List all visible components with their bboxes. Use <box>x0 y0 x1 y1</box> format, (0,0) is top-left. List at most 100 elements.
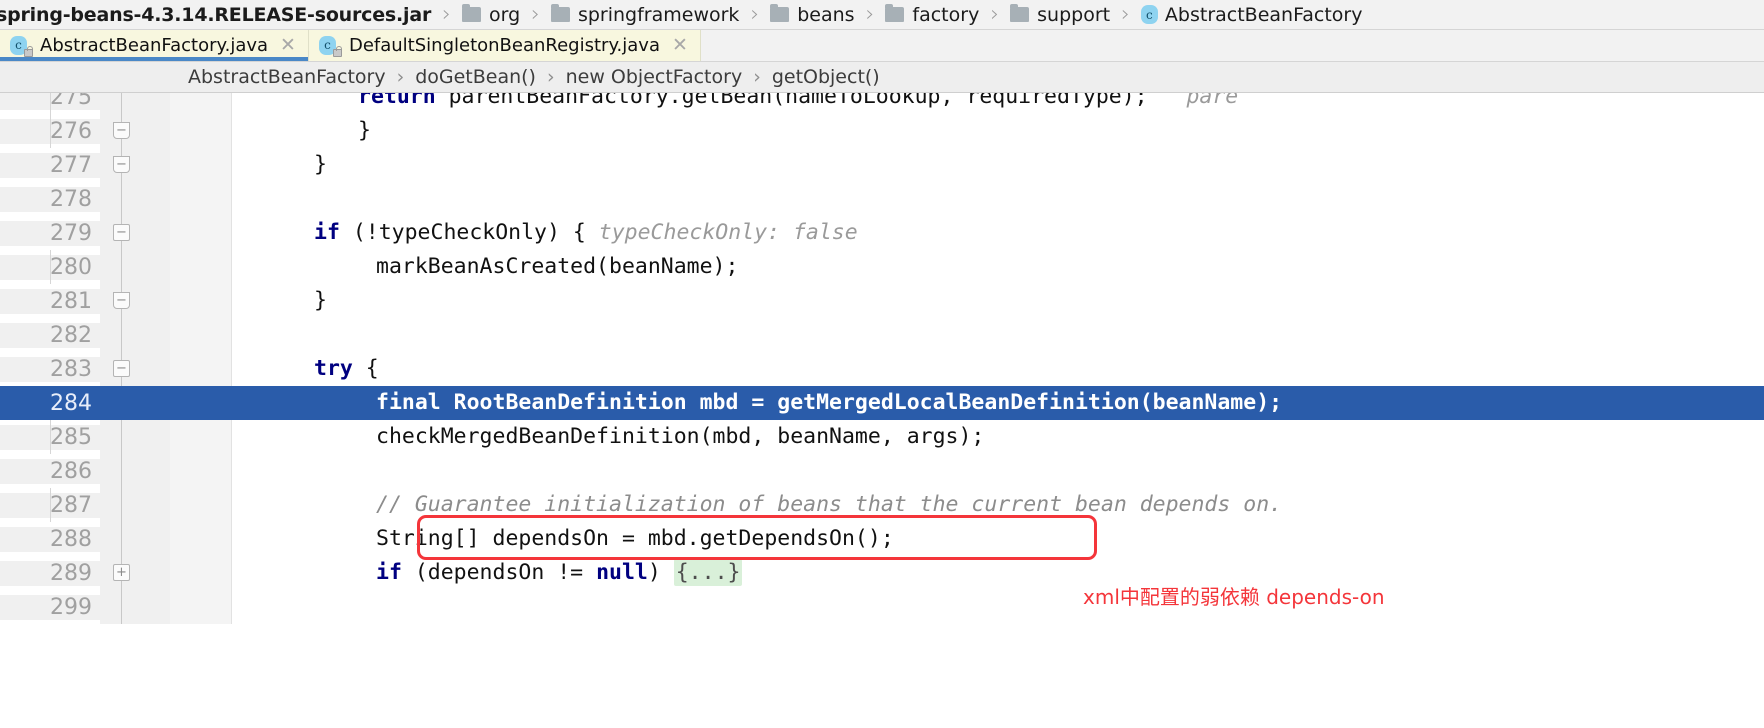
code-line-283[interactable]: 283 − try { <box>0 352 1764 386</box>
breadcrumb-item-org[interactable]: org <box>460 0 522 29</box>
folder-icon <box>550 4 570 22</box>
annotation-gutter[interactable] <box>170 386 232 420</box>
collapsed-block[interactable]: {...} <box>673 559 743 586</box>
vcs-gutter <box>232 488 296 522</box>
fold-gutter[interactable] <box>100 522 170 556</box>
fold-gutter[interactable]: − <box>100 148 170 182</box>
annotation-gutter[interactable] <box>170 522 232 556</box>
nav-item-dogetbean[interactable]: doGetBean() <box>415 66 536 88</box>
fold-end-icon[interactable]: − <box>113 122 130 139</box>
annotation-gutter[interactable] <box>170 420 232 454</box>
fold-end-icon[interactable]: − <box>113 292 130 309</box>
annotation-gutter[interactable] <box>170 114 232 148</box>
fold-expand-icon[interactable]: + <box>113 564 130 581</box>
folder-icon <box>885 4 905 22</box>
code-body: (!typeCheckOnly) { <box>339 220 599 245</box>
tab-label: DefaultSingletonBeanRegistry.java <box>348 35 660 56</box>
code-line-281[interactable]: 281 − } <box>0 284 1764 318</box>
breadcrumb-item-abstractbeanfactory[interactable]: c AbstractBeanFactory <box>1139 0 1365 29</box>
breadcrumb-item-springframework[interactable]: springframework <box>549 0 741 29</box>
annotation-gutter[interactable] <box>170 454 232 488</box>
fold-gutter[interactable]: − <box>100 352 170 386</box>
breadcrumb-jar[interactable]: spring-beans-4.3.14.RELEASE-sources.jar <box>0 0 433 29</box>
fold-gutter[interactable] <box>100 590 170 624</box>
code-line-286[interactable]: 286 <box>0 454 1764 488</box>
fold-gutter[interactable]: + <box>100 556 170 590</box>
annotation-gutter[interactable] <box>170 590 232 624</box>
close-icon[interactable]: ✕ <box>280 36 296 55</box>
annotation-gutter[interactable] <box>170 318 232 352</box>
annotation-gutter[interactable] <box>170 556 232 590</box>
breadcrumb-item-beans[interactable]: beans <box>768 0 856 29</box>
line-number: 299 <box>0 594 100 620</box>
code-text: if (dependsOn != null) {...} <box>296 556 1764 590</box>
code-line-278[interactable]: 278 <box>0 182 1764 216</box>
code-line-279[interactable]: 279 − if (!typeCheckOnly) { typeCheckOnl… <box>0 216 1764 250</box>
breadcrumb-separator: › <box>865 2 875 27</box>
breadcrumb-label: AbstractBeanFactory <box>1164 3 1363 26</box>
fold-gutter[interactable] <box>100 182 170 216</box>
code-text: if (!typeCheckOnly) { typeCheckOnly: fal… <box>296 216 1764 250</box>
annotation-gutter[interactable] <box>170 93 232 114</box>
code-line-277[interactable]: 277 − } <box>0 148 1764 182</box>
keyword: try <box>314 356 353 381</box>
keyword: if <box>376 560 402 585</box>
nav-item-getobject[interactable]: getObject() <box>772 66 880 88</box>
annotation-gutter[interactable] <box>170 182 232 216</box>
vcs-gutter <box>232 352 296 386</box>
breadcrumb-label: support <box>1037 3 1111 26</box>
code-text: checkMergedBeanDefinition(mbd, beanName,… <box>50 420 1764 454</box>
line-number: 277 <box>0 152 100 178</box>
fold-gutter[interactable] <box>100 454 170 488</box>
code-editor[interactable]: 275 return parentBeanFactory.getBean(nam… <box>0 93 1764 727</box>
line-number: 278 <box>0 186 100 212</box>
java-class-icon: c <box>318 35 342 57</box>
breadcrumb-label: springframework <box>577 3 740 26</box>
fold-gutter[interactable]: − <box>100 216 170 250</box>
breadcrumb-item-factory[interactable]: factory <box>883 0 981 29</box>
nav-item-abstractbeanfactory[interactable]: AbstractBeanFactory <box>188 66 386 88</box>
fold-gutter[interactable] <box>100 420 170 454</box>
fold-gutter[interactable] <box>100 318 170 352</box>
gutter-divider <box>121 318 122 352</box>
breadcrumb-item-support[interactable]: support <box>1008 0 1112 29</box>
tab-defaultsingletonbeanregistry-java[interactable]: c DefaultSingletonBeanRegistry.java ✕ <box>308 30 701 61</box>
fold-gutter[interactable] <box>100 488 170 522</box>
annotation-gutter[interactable] <box>170 216 232 250</box>
fold-gutter[interactable]: − <box>100 114 170 148</box>
line-number: 288 <box>0 526 100 552</box>
code-body: String[] dependsOn = mbd.getDependsOn(); <box>376 526 894 551</box>
code-line-285[interactable]: 285 checkMergedBeanDefinition(mbd, beanN… <box>0 420 1764 454</box>
code-line-280[interactable]: 280 markBeanAsCreated(beanName); <box>0 250 1764 284</box>
code-line-299[interactable]: 299 <box>0 590 1764 624</box>
annotation-gutter[interactable] <box>170 148 232 182</box>
fold-gutter[interactable]: − <box>100 284 170 318</box>
fold-gutter[interactable] <box>100 250 170 284</box>
gutter-divider <box>121 454 122 488</box>
breadcrumb-label: beans <box>797 3 855 26</box>
close-icon[interactable]: ✕ <box>672 36 688 55</box>
gutter-divider <box>121 182 122 216</box>
editor-tabstrip: c AbstractBeanFactory.java ✕ c DefaultSi… <box>0 30 1764 62</box>
fold-gutter[interactable] <box>100 93 170 114</box>
nav-item-new-objectfactory[interactable]: new ObjectFactory <box>566 66 743 88</box>
fold-start-icon[interactable]: − <box>113 224 130 241</box>
code-line-287[interactable]: 287 // Guarantee initialization of beans… <box>0 488 1764 522</box>
tab-abstractbeanfactory-java[interactable]: c AbstractBeanFactory.java ✕ <box>0 30 309 61</box>
code-line-289[interactable]: 289 + if (dependsOn != null) {...} <box>0 556 1764 590</box>
annotation-gutter[interactable] <box>170 488 232 522</box>
code-line-288[interactable]: 288 String[] dependsOn = mbd.getDependsO… <box>0 522 1764 556</box>
code-line-276[interactable]: 276 − } <box>0 114 1764 148</box>
annotation-gutter[interactable] <box>170 352 232 386</box>
annotation-gutter[interactable] <box>170 284 232 318</box>
code-line-282[interactable]: 282 <box>0 318 1764 352</box>
code-line-284[interactable]: 284 final RootBeanDefinition mbd = getMe… <box>0 386 1764 420</box>
fold-gutter[interactable] <box>100 386 170 420</box>
annotation-gutter[interactable] <box>170 250 232 284</box>
code-text: try { <box>296 352 1764 386</box>
fold-end-icon[interactable]: − <box>113 156 130 173</box>
code-text: markBeanAsCreated(beanName); <box>50 250 1764 284</box>
code-line-275[interactable]: 275 return parentBeanFactory.getBean(nam… <box>0 93 1764 114</box>
fold-start-icon[interactable]: − <box>113 360 130 377</box>
inlay-hint: typeCheckOnly: false <box>598 220 858 245</box>
